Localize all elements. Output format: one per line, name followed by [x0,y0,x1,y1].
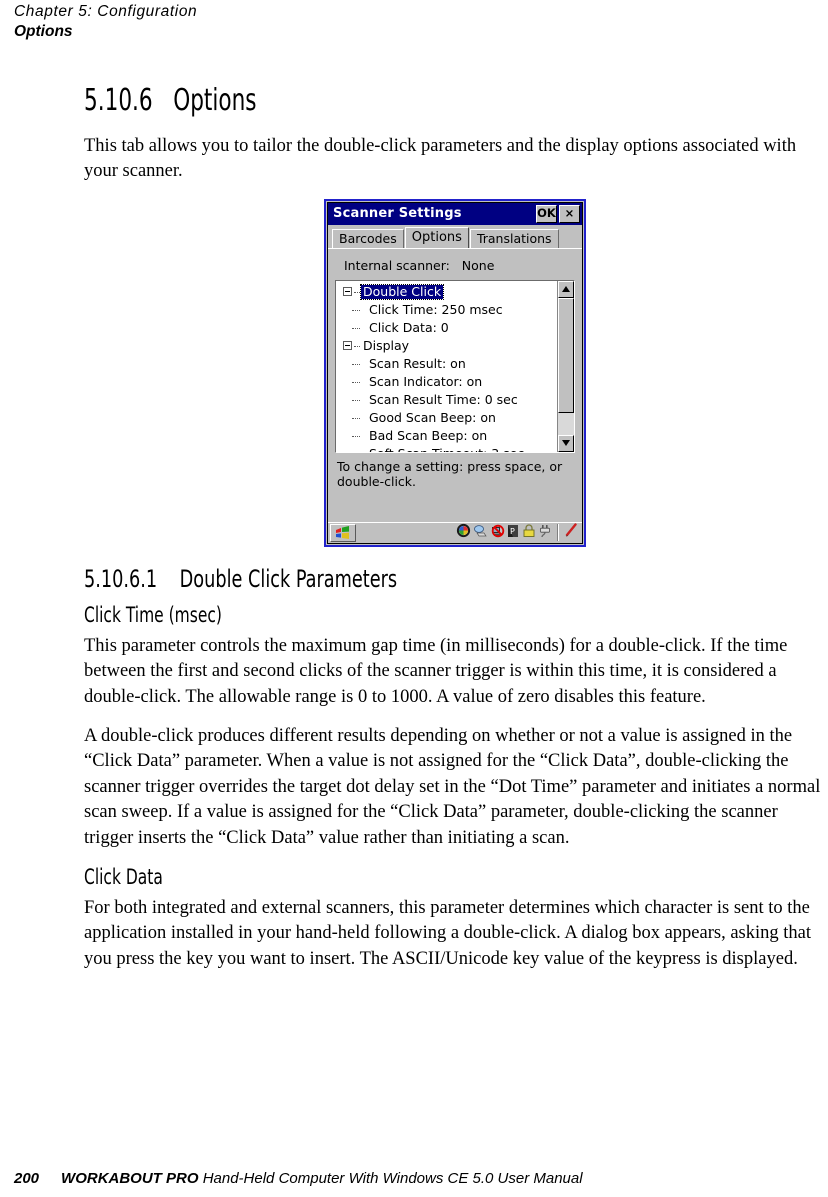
tree-row[interactable]: Double Click [336,283,557,301]
param-click-time-paragraph-2: A double-click produces different result… [84,726,821,848]
power-plug-icon[interactable] [538,523,552,542]
footer-manual-title: WORKABOUT PRO Hand-Held Computer With Wi… [61,1170,583,1187]
running-head: Chapter 5: Configuration Options [14,2,514,42]
tree-row[interactable]: Scan Result Time: 0 sec [336,391,557,409]
tree-row[interactable]: Click Data: 0 [336,319,557,337]
tab-translations[interactable]: Translations [469,228,559,248]
footer-manual-subtitle: Hand-Held Computer With Windows CE 5.0 U… [198,1170,583,1187]
dialog-hint-text: To change a setting: press space, or dou… [337,458,563,489]
page-title: 5.10.6 Options [84,83,257,118]
start-button[interactable] [330,523,356,542]
arrow-down-icon [562,440,570,447]
dialog-titlebar: Scanner Settings OK × [328,202,582,225]
param-click-data-paragraph-1: For both integrated and external scanner… [84,898,811,969]
tree-row[interactable]: Display [336,337,557,355]
tray-separator [557,524,559,542]
globe-icon[interactable] [456,523,471,542]
tree-row[interactable]: Scan Indicator: on [336,373,557,391]
tree-item-label: Scan Result: on [369,355,466,371]
scroll-up-icon[interactable] [558,280,574,298]
param-title-click-data: Click Data [84,865,163,890]
tree-item-label: Click Time: 250 msec [369,301,503,317]
intro-paragraph: This tab allows you to tailor the double… [84,136,797,182]
param-title-click-time: Click Time (msec) [84,602,222,627]
tree-item-label: Display [363,337,410,353]
desktop-connection-icon[interactable] [473,523,488,542]
subsection-title: 5.10.6.1 Double Click Parameters [84,564,398,593]
tree-row[interactable]: Good Scan Beep: on [336,409,557,427]
scrollbar-track[interactable] [558,297,574,435]
collapse-icon[interactable] [343,341,352,351]
footer-product-name: WORKABOUT PRO [61,1170,199,1187]
lock-icon[interactable] [522,523,536,542]
device-screen: Scanner Settings OK × Barcodes Options T… [324,198,586,547]
scroll-down-icon[interactable] [558,434,574,452]
tree-item-label: Scan Indicator: on [369,373,483,389]
tree-item-label: Click Data: 0 [369,319,449,335]
page-number: 200 [14,1170,40,1187]
tree-row[interactable]: Soft Scan Timeout: 3 sec [336,445,557,452]
settings-treeview[interactable]: Double Click Click Time: 250 msec Click … [335,279,575,453]
param-click-time-paragraph-1: This parameter controls the maximum gap … [84,635,788,707]
tab-options[interactable]: Options [404,226,469,248]
tree-item-label: Double Click [359,283,445,300]
svg-text:P: P [510,527,515,536]
tree-item-label: Bad Scan Beep: on [369,427,488,443]
system-tray: P [456,523,580,542]
tree-row[interactable]: Scan Result: on [336,355,557,373]
running-head-chapter: Chapter 5: Configuration [14,3,198,20]
treeview-items: Double Click Click Time: 250 msec Click … [336,281,557,452]
scrollbar-thumb[interactable] [558,297,574,413]
page-footer: 200 WORKABOUT PRO Hand-Held Computer Wit… [14,1170,814,1187]
stylus-icon[interactable] [564,523,578,542]
internal-scanner-label: Internal scanner: None [344,257,495,273]
windows-flag-icon [336,525,349,539]
tree-row[interactable]: Click Time: 250 msec [336,301,557,319]
treeview-scrollbar[interactable] [557,280,574,452]
tree-item-label: Soft Scan Timeout: 3 sec [367,446,526,452]
running-head-section: Options [14,23,73,40]
options-panel: Internal scanner: None Double Click Clic… [328,247,582,522]
collapse-icon[interactable] [343,287,352,297]
network-disabled-icon[interactable] [490,523,505,542]
tree-row[interactable]: Bad Scan Beep: on [336,427,557,445]
dialog-title: Scanner Settings [333,206,462,222]
dialog-window: Scanner Settings OK × Barcodes Options T… [327,201,583,544]
arrow-up-icon [562,286,570,293]
figure-scanner-settings: Scanner Settings OK × Barcodes Options T… [84,198,826,547]
taskbar: P [328,521,582,543]
close-icon[interactable]: × [559,204,580,223]
page-content: 5.10.6 Options This tab allows you to ta… [84,84,826,986]
tree-item-label: Scan Result Time: 0 sec [369,391,518,407]
tree-item-label: Good Scan Beep: on [369,409,496,425]
tab-barcodes[interactable]: Barcodes [332,228,404,248]
battery-icon[interactable]: P [507,523,520,542]
dialog-tabstrip: Barcodes Options Translations [328,225,582,248]
ok-button[interactable]: OK [536,204,557,223]
